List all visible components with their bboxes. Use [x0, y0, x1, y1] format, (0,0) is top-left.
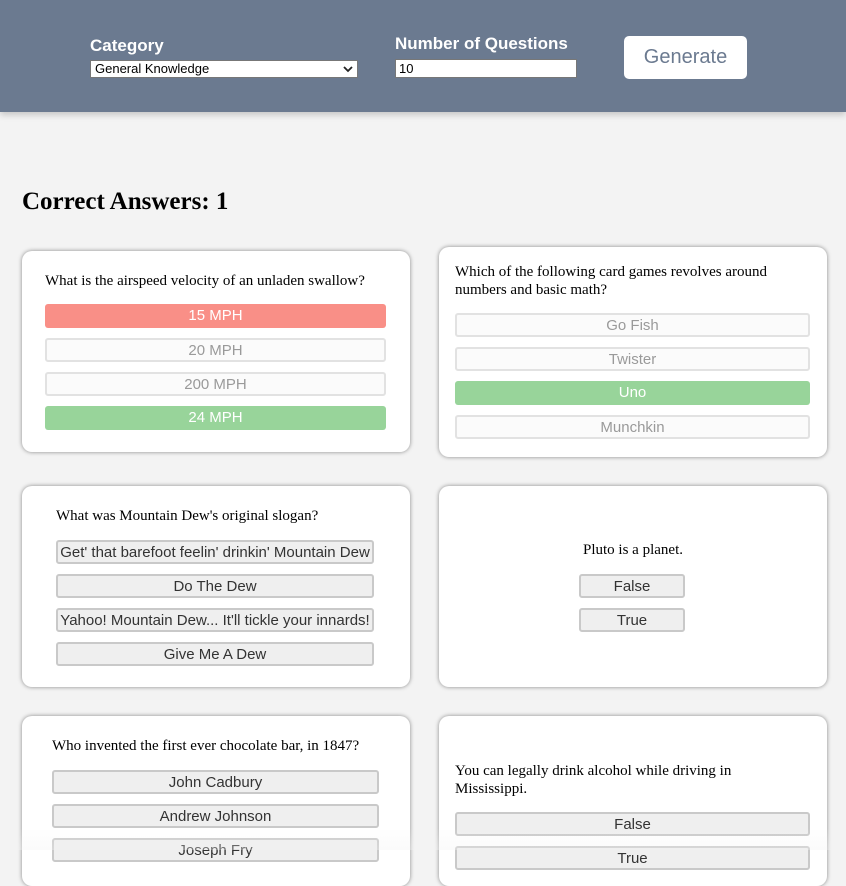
- question-card: Who invented the first ever chocolate ba…: [22, 716, 410, 886]
- num-questions-label: Number of Questions: [395, 34, 568, 53]
- answer-option[interactable]: Yahoo! Mountain Dew... It'll tickle your…: [56, 608, 374, 632]
- answer-option[interactable]: Munchkin: [455, 415, 810, 439]
- question-text: Which of the following card games revolv…: [455, 264, 767, 298]
- answer-option[interactable]: John Cadbury: [52, 770, 379, 794]
- question-card: What was Mountain Dew's original slogan?…: [22, 486, 410, 687]
- answer-option[interactable]: Go Fish: [455, 313, 810, 337]
- question-card: Which of the following card games revolv…: [439, 247, 827, 457]
- question-card: You can legally drink alcohol while driv…: [439, 716, 827, 886]
- correct-answers-heading: Correct Answers: 1: [22, 188, 229, 215]
- answer-option[interactable]: True: [579, 608, 685, 632]
- answer-option[interactable]: Get' that barefoot feelin' drinkin' Moun…: [56, 540, 374, 564]
- question-card: What is the airspeed velocity of an unla…: [22, 251, 410, 452]
- answer-option[interactable]: Do The Dew: [56, 574, 374, 598]
- question-text: What is the airspeed velocity of an unla…: [45, 273, 365, 289]
- answer-option[interactable]: 15 MPH: [45, 304, 386, 328]
- category-label: Category: [90, 36, 164, 55]
- answer-option[interactable]: False: [455, 812, 810, 836]
- settings-header: Category General Knowledge Number of Que…: [0, 0, 846, 112]
- answer-option[interactable]: 200 MPH: [45, 372, 386, 396]
- chevron-down-icon: [343, 66, 353, 73]
- question-card: Pluto is a planet. False True: [439, 486, 827, 687]
- question-text: Who invented the first ever chocolate ba…: [52, 738, 360, 754]
- question-text: You can legally drink alcohol while driv…: [455, 763, 732, 797]
- answer-option[interactable]: False: [579, 574, 685, 598]
- question-text: Pluto is a planet.: [583, 542, 683, 558]
- num-questions-input[interactable]: 10: [395, 59, 577, 78]
- answer-option[interactable]: Uno: [455, 381, 810, 405]
- answer-option[interactable]: Give Me A Dew: [56, 642, 374, 666]
- answer-option[interactable]: 20 MPH: [45, 338, 386, 362]
- generate-button[interactable]: Generate: [624, 36, 747, 79]
- answer-option[interactable]: Twister: [455, 347, 810, 371]
- answer-option[interactable]: 24 MPH: [45, 406, 386, 430]
- category-select-value: General Knowledge: [95, 61, 210, 76]
- question-text: What was Mountain Dew's original slogan?: [56, 508, 319, 524]
- answer-option[interactable]: Joseph Fry: [52, 838, 379, 862]
- category-select[interactable]: General Knowledge: [90, 60, 358, 78]
- answer-option[interactable]: Andrew Johnson: [52, 804, 379, 828]
